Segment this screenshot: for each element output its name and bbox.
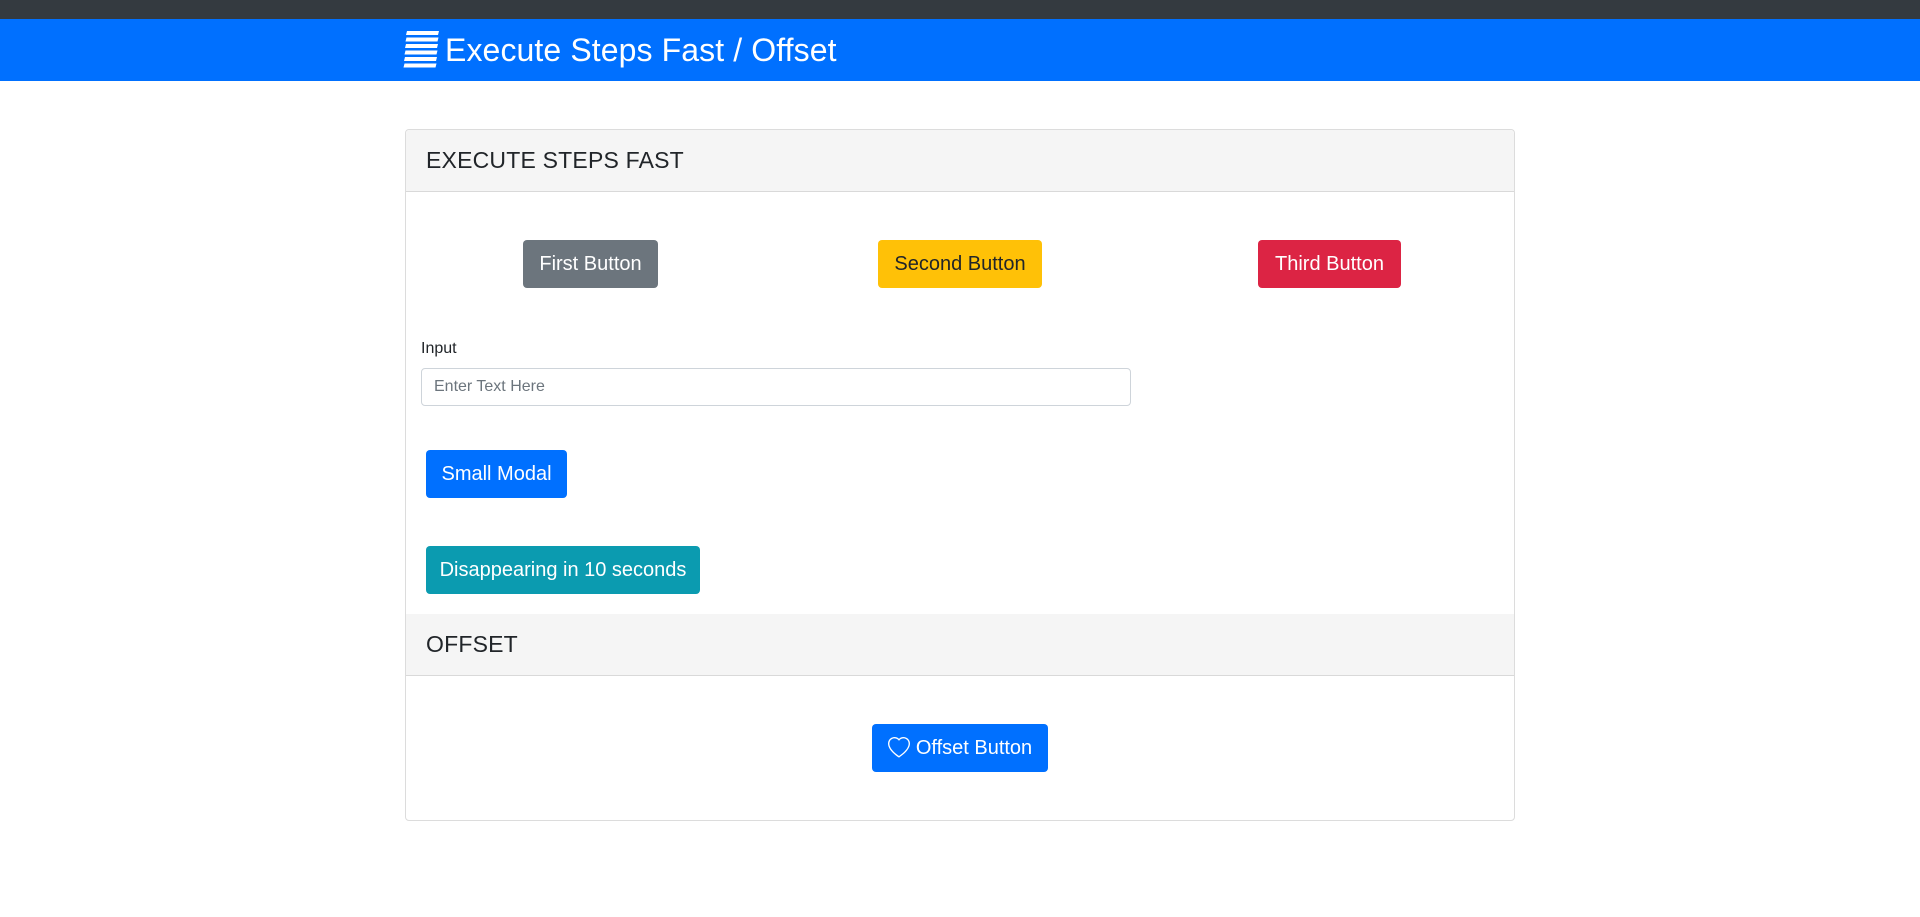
page-title: Execute Steps Fast / Offset xyxy=(445,31,837,68)
offset-title: OFFSET xyxy=(426,631,518,657)
navbar-brand[interactable]: Execute Steps Fast / Offset xyxy=(403,19,837,81)
offset-button-label: Offset Button xyxy=(915,736,1033,759)
execute-steps-title: EXECUTE STEPS FAST xyxy=(426,147,684,173)
third-button[interactable]: Third Button xyxy=(1258,240,1401,288)
stacked-lines-logo-icon xyxy=(403,31,439,68)
navbar: Execute Steps Fast / Offset xyxy=(0,19,1920,81)
offset-button[interactable]: Offset Button xyxy=(872,724,1048,772)
heart-icon xyxy=(887,737,910,758)
first-button[interactable]: First Button xyxy=(523,240,658,288)
second-button[interactable]: Second Button xyxy=(878,240,1042,288)
input-label: Input xyxy=(421,340,457,357)
browser-top-strip xyxy=(0,0,1920,19)
small-modal-button[interactable]: Small Modal xyxy=(426,450,567,498)
main-card: EXECUTE STEPS FAST First Button Second B… xyxy=(405,129,1515,821)
execute-steps-header: EXECUTE STEPS FAST xyxy=(406,130,1514,192)
text-input[interactable] xyxy=(421,368,1131,406)
disappearing-button[interactable]: Disappearing in 10 seconds xyxy=(426,546,700,594)
offset-header: OFFSET xyxy=(406,614,1514,676)
